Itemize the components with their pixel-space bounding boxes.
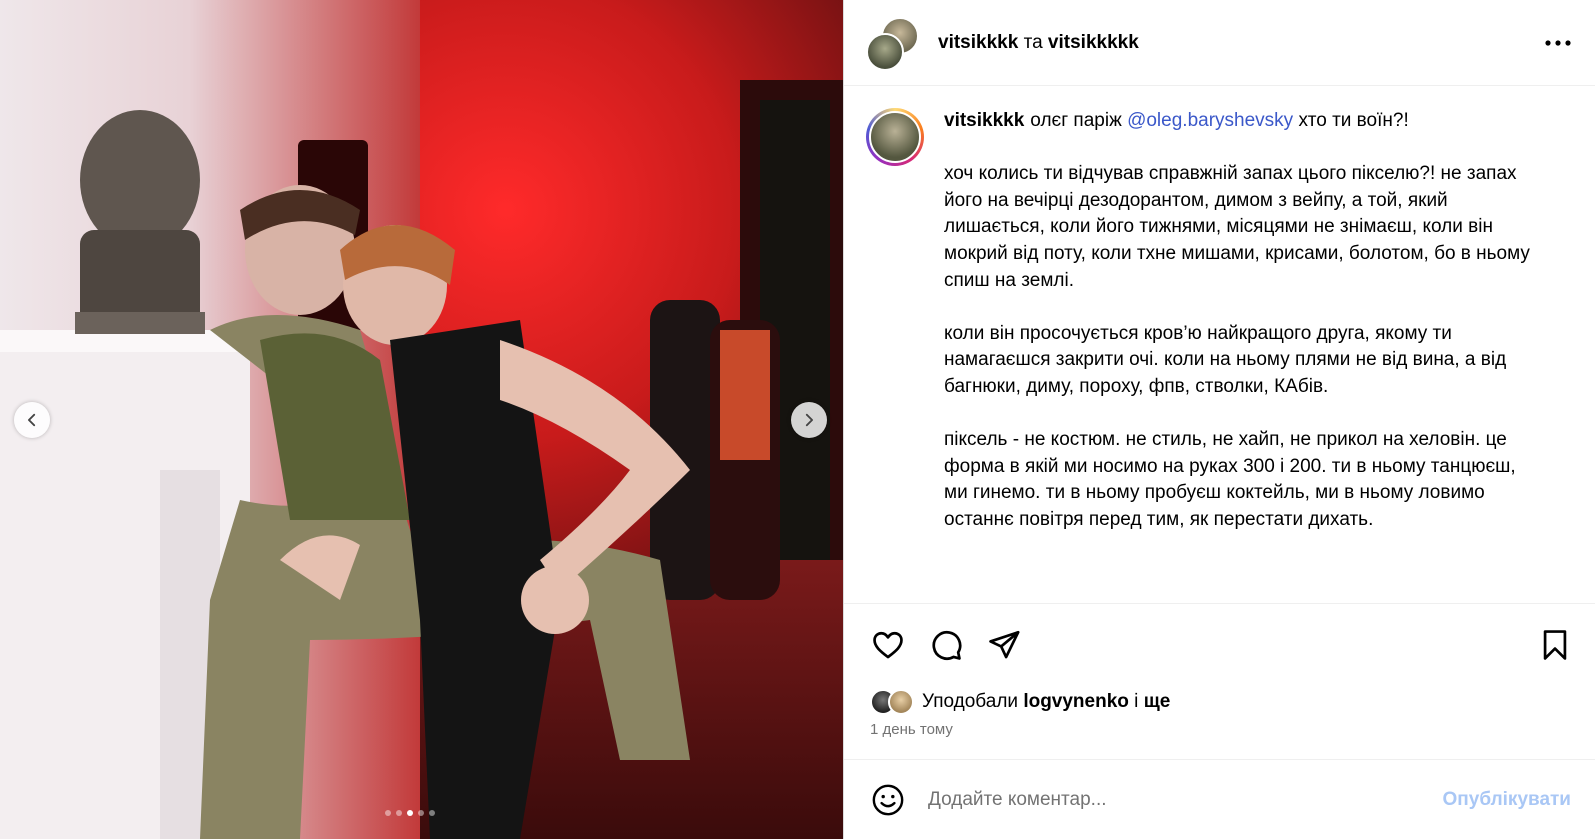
caption-text-segment: олєг паріж xyxy=(1030,110,1122,131)
collab-avatars[interactable] xyxy=(866,16,919,71)
post-side-panel: vitsikkkk та vitsikkkkk vitsikkkk олєг па… xyxy=(843,0,1595,839)
post-authors: vitsikkkk та vitsikkkkk xyxy=(938,32,1139,54)
likes-conjunction: і xyxy=(1134,691,1139,712)
send-paper-plane-icon xyxy=(989,630,1020,658)
emoji-button[interactable] xyxy=(870,782,906,818)
likes-more-link[interactable]: ще xyxy=(1144,691,1171,712)
like-button[interactable] xyxy=(870,627,906,663)
comment-composer: Опублікувати xyxy=(844,759,1595,839)
save-button[interactable] xyxy=(1537,627,1573,663)
caption-text: vitsikkkk олєг паріж @oleg.baryshevsky хт… xyxy=(944,108,1544,560)
heart-icon xyxy=(873,631,903,658)
caption-section[interactable]: vitsikkkk олєг паріж @oleg.baryshevsky хт… xyxy=(844,86,1595,603)
author-connector: та xyxy=(1023,31,1043,53)
post-timestamp[interactable]: 1 день тому xyxy=(844,719,1595,751)
post-dialog: vitsikkkk та vitsikkkkk vitsikkkk олєг па… xyxy=(0,0,1595,839)
caption: vitsikkkk олєг паріж @oleg.baryshevsky хт… xyxy=(866,108,1573,560)
share-button[interactable] xyxy=(986,627,1022,663)
more-options-button[interactable] xyxy=(1543,28,1573,58)
carousel-indicator xyxy=(385,810,435,816)
post-media[interactable] xyxy=(0,0,843,839)
caption-paragraph: піксель - не костюм. не стиль, не хайп, … xyxy=(944,429,1516,530)
action-bar xyxy=(844,603,1595,685)
caption-paragraph: коли він просочується кров’ю найкращого … xyxy=(944,322,1507,397)
chevron-left-icon xyxy=(27,413,36,427)
author-avatar-story-ring[interactable] xyxy=(866,108,924,166)
bookmark-icon xyxy=(1543,629,1567,660)
avatar xyxy=(869,111,921,163)
avatar[interactable] xyxy=(888,689,914,715)
post-header: vitsikkkk та vitsikkkkk xyxy=(844,0,1595,86)
comment-input[interactable] xyxy=(926,787,1443,812)
carousel-dot xyxy=(407,810,413,816)
liker-username[interactable]: logvynenko xyxy=(1023,691,1129,712)
avatar xyxy=(866,32,904,71)
caption-paragraph: хоч колись ти відчував справжній запах ц… xyxy=(944,163,1530,291)
likes-summary: Уподобали logvynenko і ще xyxy=(844,685,1595,719)
comment-button[interactable] xyxy=(928,627,964,663)
author-link[interactable]: vitsikkkkk xyxy=(1048,32,1139,53)
publish-comment-button[interactable]: Опублікувати xyxy=(1443,789,1572,811)
caption-username[interactable]: vitsikkkk xyxy=(944,110,1024,131)
carousel-dot xyxy=(396,810,402,816)
carousel-dot xyxy=(418,810,424,816)
chevron-right-icon xyxy=(805,413,814,427)
previous-photo-button[interactable] xyxy=(14,402,50,438)
next-photo-button[interactable] xyxy=(791,402,827,438)
likes-text: Уподобали logvynenko і ще xyxy=(922,691,1170,713)
carousel-dot xyxy=(385,810,391,816)
author-link[interactable]: vitsikkkk xyxy=(938,32,1018,53)
caption-first-line: vitsikkkk олєг паріж @oleg.baryshevsky хт… xyxy=(944,108,1544,135)
post-photo xyxy=(0,0,843,839)
more-horizontal-icon xyxy=(1545,39,1571,46)
likes-prefix: Уподобали xyxy=(922,691,1019,712)
mention-link[interactable]: @oleg.baryshevsky xyxy=(1127,110,1293,131)
comment-bubble-icon xyxy=(932,630,962,660)
carousel-dot xyxy=(429,810,435,816)
smiley-face-icon xyxy=(872,784,904,815)
caption-text-segment: хто ти воїн?! xyxy=(1298,110,1409,131)
